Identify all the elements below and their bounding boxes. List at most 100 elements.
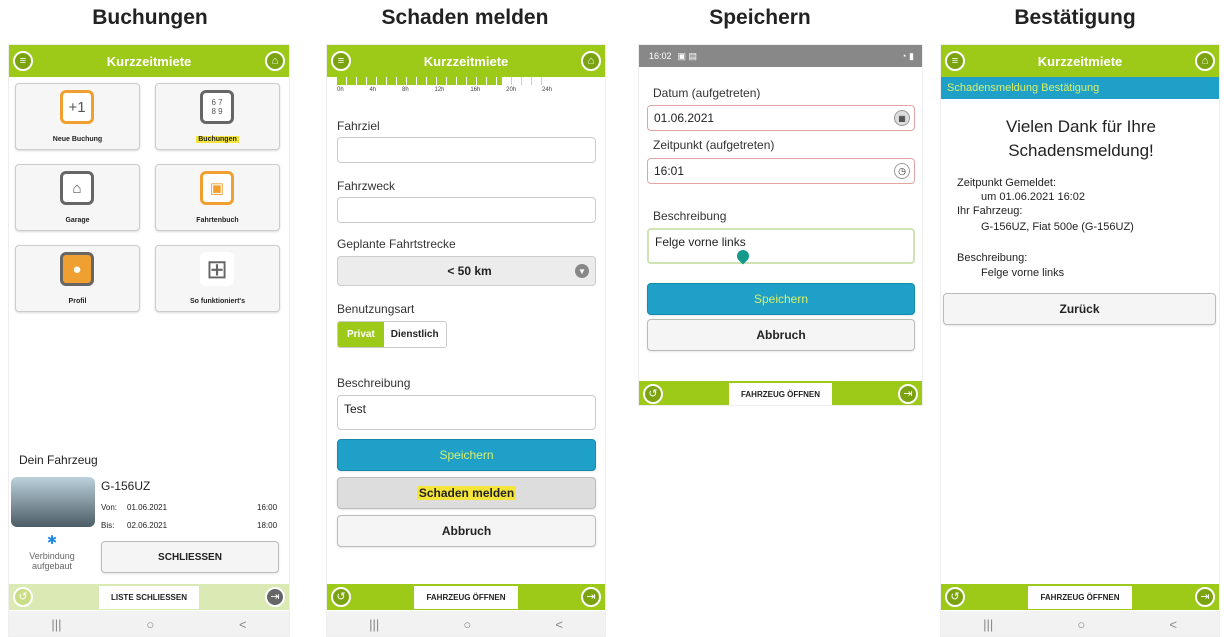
grid-icon: ⊞ <box>200 252 234 286</box>
list-bar: ↺ LISTE SCHLIESSEN ⇥ <box>9 584 289 610</box>
status-icons: ▣ ▤ <box>677 50 698 61</box>
strecke-label: Geplante Fahrtstrecke <box>337 237 456 251</box>
home-icon[interactable]: ⌂ <box>1195 51 1215 71</box>
tick: 16h <box>470 87 481 93</box>
desc-input[interactable]: Felge vorne links <box>647 228 915 265</box>
close-button[interactable]: SCHLIESSEN <box>101 541 279 573</box>
subheader: Schadensmeldung Bestätigung <box>941 77 1219 99</box>
tick: 8h <box>402 87 409 93</box>
vehicle-heading: Dein Fahrzeug <box>19 453 98 467</box>
clock-icon[interactable]: ◷ <box>894 163 910 179</box>
exit-icon[interactable]: ⇥ <box>265 587 285 607</box>
tick: 0h <box>337 87 344 93</box>
tile-so-funktionierts[interactable]: ⊞ So funktioniert's <box>155 245 280 312</box>
bis-date: 02.06.2021 <box>127 521 168 530</box>
android-nav: ||| ○ < <box>941 611 1219 636</box>
bis-label: Bis: <box>101 521 115 530</box>
report-damage-button[interactable]: Schaden melden <box>337 477 596 509</box>
desc-input[interactable]: Test <box>337 395 596 430</box>
text-cursor-handle[interactable] <box>734 247 752 265</box>
timeline-free <box>502 77 547 85</box>
open-vehicle-button[interactable]: FAHRZEUG ÖFFNEN <box>1028 585 1132 609</box>
screen-buchungen: ≡ Kurzzeitmiete ⌂ +1 Neue Buchung 6 78 9… <box>8 44 290 637</box>
title-buchungen: Buchungen <box>92 6 208 29</box>
plate: G-156UZ <box>101 479 151 493</box>
date-input[interactable]: 01.06.2021 ▦ <box>647 105 915 131</box>
menu-icon[interactable]: ≡ <box>331 51 351 71</box>
save-button[interactable]: Speichern <box>337 439 596 471</box>
app-title: Kurzzeitmiete <box>423 53 509 69</box>
app-title: Kurzzeitmiete <box>106 53 192 69</box>
timeline-ticks: 0h 4h 8h 12h 16h 20h 24h <box>337 87 552 93</box>
bluetooth-icon: ✱ <box>47 533 58 547</box>
time-label: Zeitpunkt (aufgetreten) <box>653 138 775 152</box>
back-nav-icon[interactable]: < <box>239 617 247 632</box>
home-nav-icon[interactable]: ○ <box>146 617 154 632</box>
desc-label: Beschreibung <box>653 209 727 223</box>
exit-icon[interactable]: ⇥ <box>898 384 918 404</box>
app-title: Kurzzeitmiete <box>1037 53 1123 69</box>
usage-private[interactable]: Privat <box>338 322 384 347</box>
desc-value: Felge vorne links <box>655 235 746 249</box>
back-icon[interactable]: ↺ <box>331 587 351 607</box>
recent-apps-icon[interactable]: ||| <box>51 617 61 632</box>
tile-label: Garage <box>65 217 90 224</box>
back-icon[interactable]: ↺ <box>643 384 663 404</box>
exit-icon[interactable]: ⇥ <box>1195 587 1215 607</box>
open-vehicle-button[interactable]: FAHRZEUG ÖFFNEN <box>414 585 518 609</box>
back-nav-icon[interactable]: < <box>1169 617 1177 632</box>
tile-fahrtenbuch[interactable]: ▣ Fahrtenbuch <box>155 164 280 231</box>
list-close-button[interactable]: LISTE SCHLIESSEN <box>98 585 199 609</box>
home-nav-icon[interactable]: ○ <box>1077 617 1085 632</box>
android-nav: ||| ○ < <box>327 611 605 636</box>
bottom-bar: ↺ FAHRZEUG ÖFFNEN ⇥ <box>327 584 605 610</box>
tile-garage[interactable]: ⌂ Garage <box>15 164 140 231</box>
back-nav-icon[interactable]: < <box>555 617 563 632</box>
tile-profil[interactable]: ● Profil <box>15 245 140 312</box>
menu-icon[interactable]: ≡ <box>945 51 965 71</box>
usage-business[interactable]: Dienstlich <box>383 322 446 347</box>
chevron-down-icon: ▼ <box>575 264 589 278</box>
calendar-icon: 6 78 9 <box>200 90 234 124</box>
back-button[interactable]: Zurück <box>943 293 1216 325</box>
vehicle-label: Ihr Fahrzeug: <box>957 205 1023 217</box>
home-nav-icon[interactable]: ○ <box>463 617 471 632</box>
strecke-select[interactable]: < 50 km ▼ <box>337 256 596 286</box>
desc-label: Beschreibung <box>337 376 411 390</box>
tick: 4h <box>369 87 377 93</box>
header-bar: ≡ Kurzzeitmiete ⌂ <box>941 45 1219 77</box>
tile-buchungen[interactable]: 6 78 9 Buchungen <box>155 83 280 150</box>
date-label: Datum (aufgetreten) <box>653 86 761 100</box>
reported-value: um 01.06.2021 16:02 <box>981 191 1085 203</box>
time-input[interactable]: 16:01 ◷ <box>647 158 915 184</box>
recent-apps-icon[interactable]: ||| <box>983 617 993 632</box>
home-icon[interactable]: ⌂ <box>581 51 601 71</box>
tile-neue-buchung[interactable]: +1 Neue Buchung <box>15 83 140 150</box>
tile-label: Neue Buchung <box>52 136 103 143</box>
reported-label: Zeitpunkt Gemeldet: <box>957 177 1057 189</box>
back-icon[interactable]: ↺ <box>945 587 965 607</box>
tick: 20h <box>506 87 517 93</box>
fahrziel-label: Fahrziel <box>337 119 380 133</box>
tick: 24h <box>541 87 552 93</box>
title-schaden-melden: Schaden melden <box>381 6 549 29</box>
android-nav: ||| ○ < <box>9 611 289 636</box>
exit-icon[interactable]: ⇥ <box>581 587 601 607</box>
screen-schaden-melden: ≡ Kurzzeitmiete ⌂ 0h 4h 8h 12h 16h 20h 2… <box>326 44 606 637</box>
recent-apps-icon[interactable]: ||| <box>369 617 379 632</box>
home-icon[interactable]: ⌂ <box>265 51 285 71</box>
cancel-button[interactable]: Abbruch <box>647 319 915 351</box>
calendar-icon[interactable]: ▦ <box>894 110 910 126</box>
open-vehicle-button[interactable]: FAHRZEUG ÖFFNEN <box>728 382 833 405</box>
fahrziel-input[interactable] <box>337 137 596 163</box>
save-button[interactable]: Speichern <box>647 283 915 315</box>
status-time: 16:02 <box>649 51 672 61</box>
fahrzweck-input[interactable] <box>337 197 596 223</box>
cancel-button[interactable]: Abbruch <box>337 515 596 547</box>
bottom-bar: ↺ FAHRZEUG ÖFFNEN ⇥ <box>639 381 922 405</box>
desc-value: Felge vorne links <box>981 267 1065 279</box>
bottom-bar: ↺ FAHRZEUG ÖFFNEN ⇥ <box>941 584 1219 610</box>
menu-icon[interactable]: ≡ <box>13 51 33 71</box>
back-icon[interactable]: ↺ <box>13 587 33 607</box>
header-bar: ≡ Kurzzeitmiete ⌂ <box>9 45 289 77</box>
